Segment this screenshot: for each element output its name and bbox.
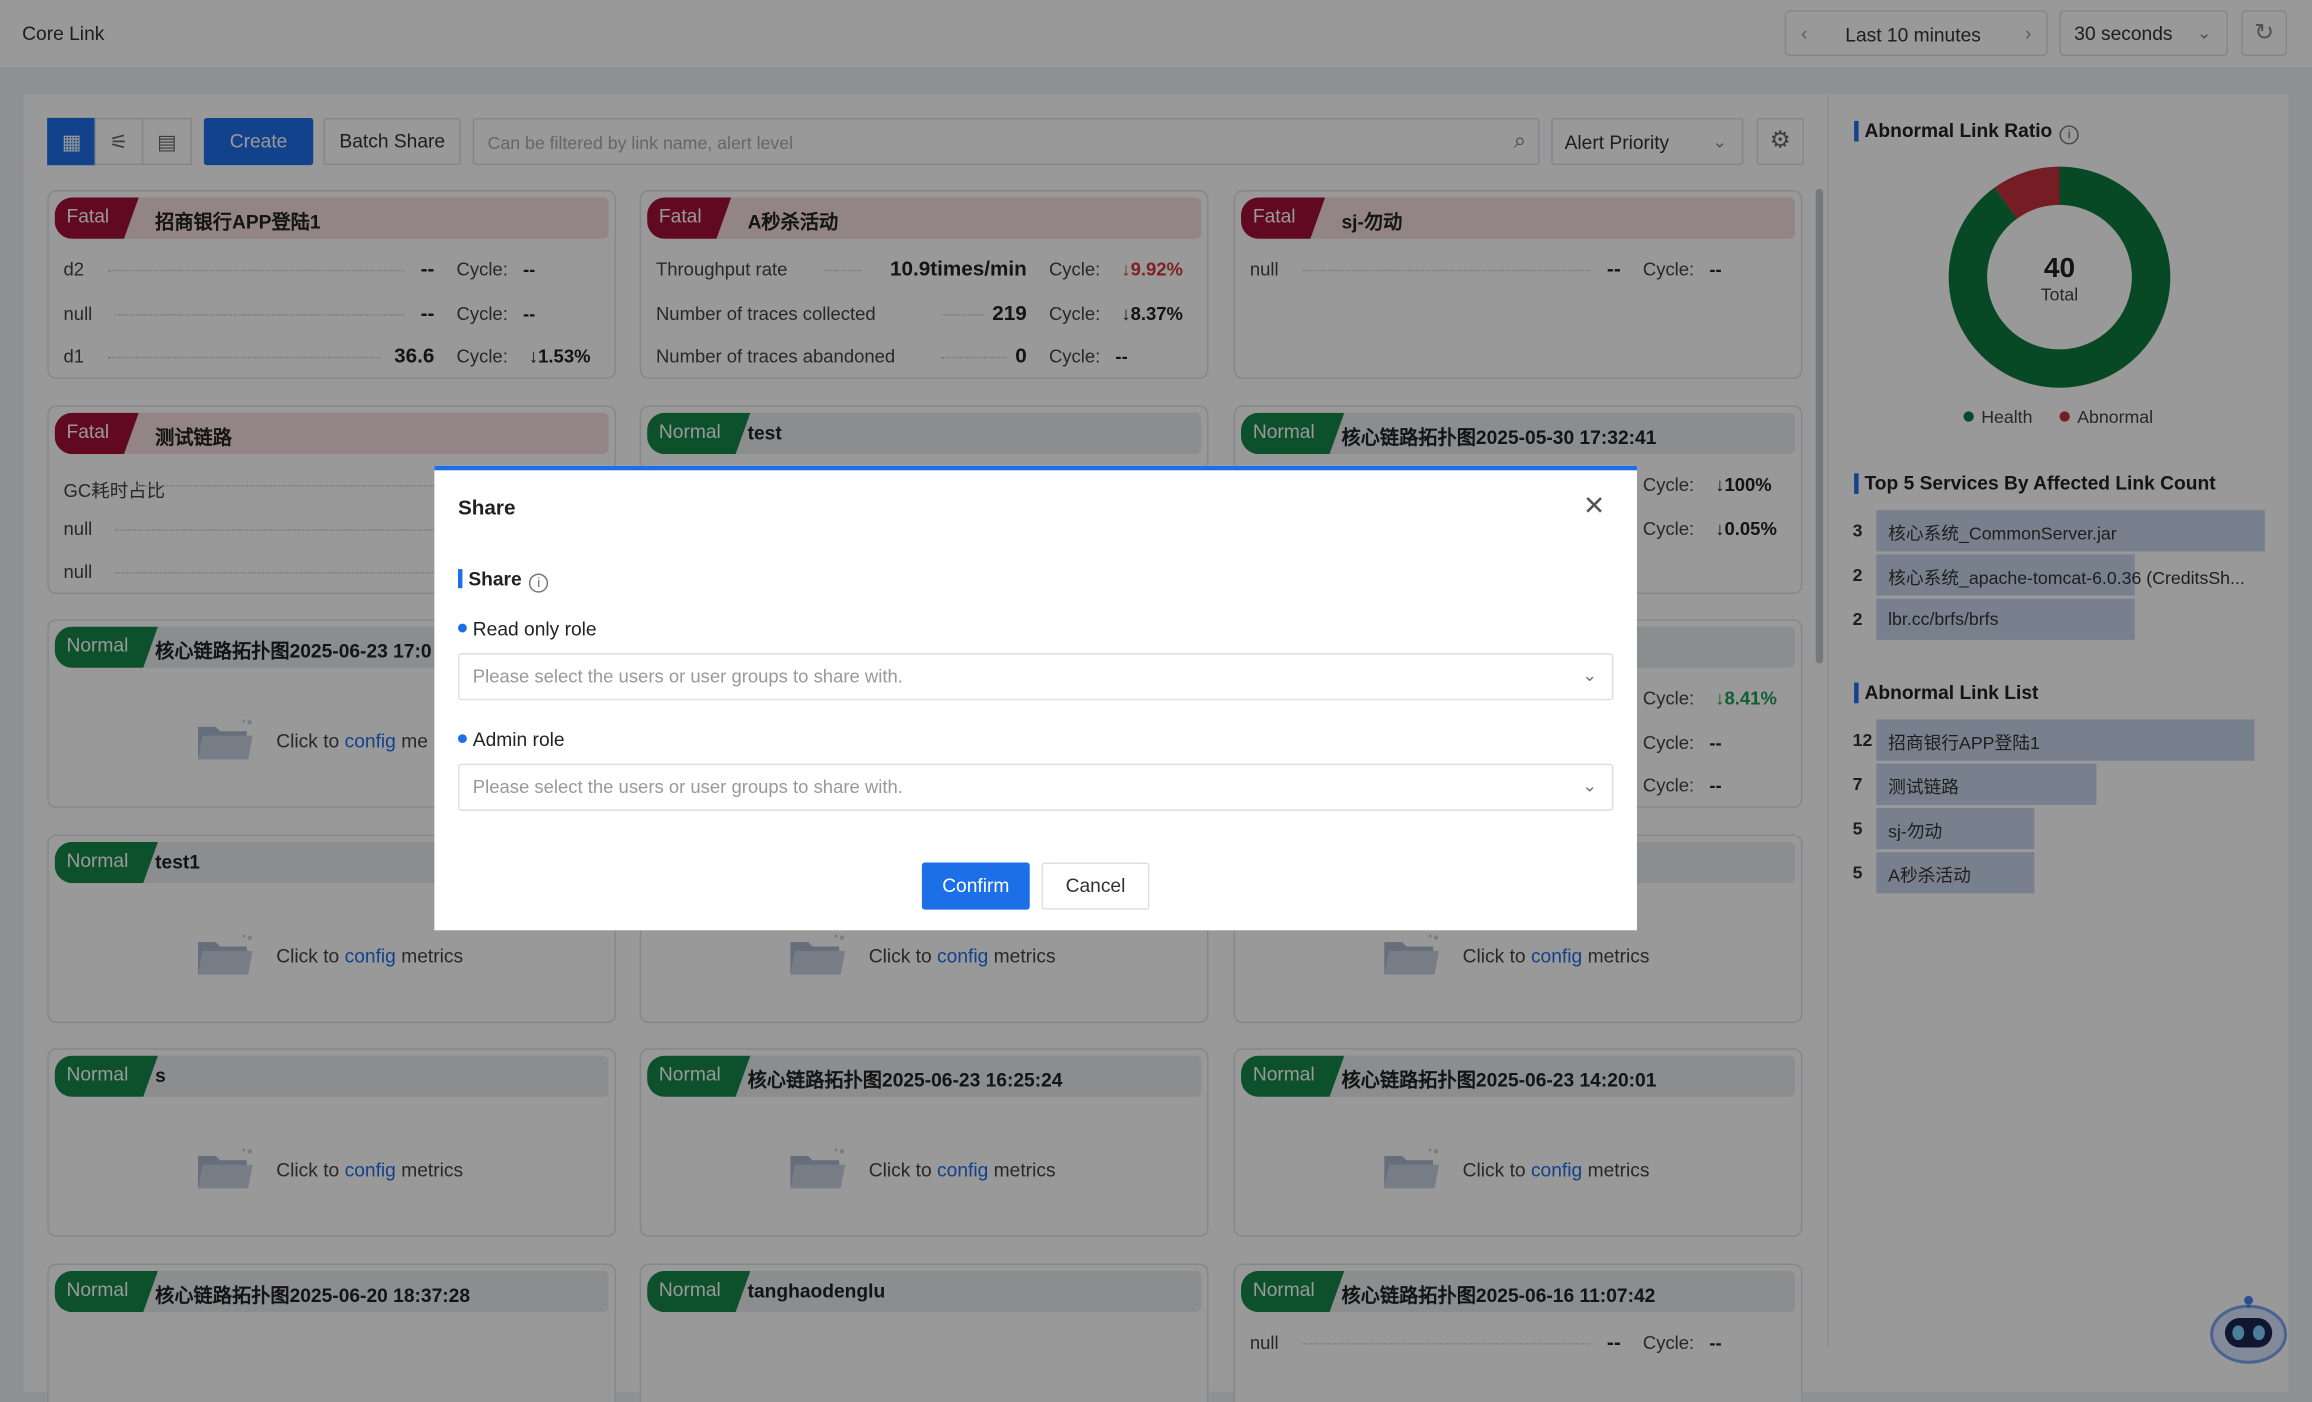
cancel-button[interactable]: Cancel — [1041, 862, 1150, 910]
dialog-title: Share — [457, 495, 516, 519]
share-section-title: Share i — [457, 568, 549, 593]
required-dot-icon — [457, 623, 467, 633]
required-dot-icon — [457, 734, 467, 744]
read-only-role-label: Read only role — [457, 618, 597, 640]
confirm-button[interactable]: Confirm — [921, 862, 1030, 910]
info-icon[interactable]: i — [529, 573, 549, 593]
read-only-role-select[interactable]: Please select the users or user groups t… — [457, 653, 1614, 701]
admin-role-label: Admin role — [457, 728, 565, 750]
chevron-down-icon: ⌄ — [1582, 775, 1598, 797]
admin-role-placeholder: Please select the users or user groups t… — [472, 776, 903, 798]
chevron-down-icon: ⌄ — [1582, 664, 1598, 686]
admin-role-select[interactable]: Please select the users or user groups t… — [457, 763, 1614, 811]
close-icon[interactable]: ✕ — [1579, 491, 1609, 522]
read-only-role-placeholder: Please select the users or user groups t… — [472, 666, 903, 688]
share-dialog: Share ✕ Share i Read only role Please sel… — [434, 465, 1637, 931]
